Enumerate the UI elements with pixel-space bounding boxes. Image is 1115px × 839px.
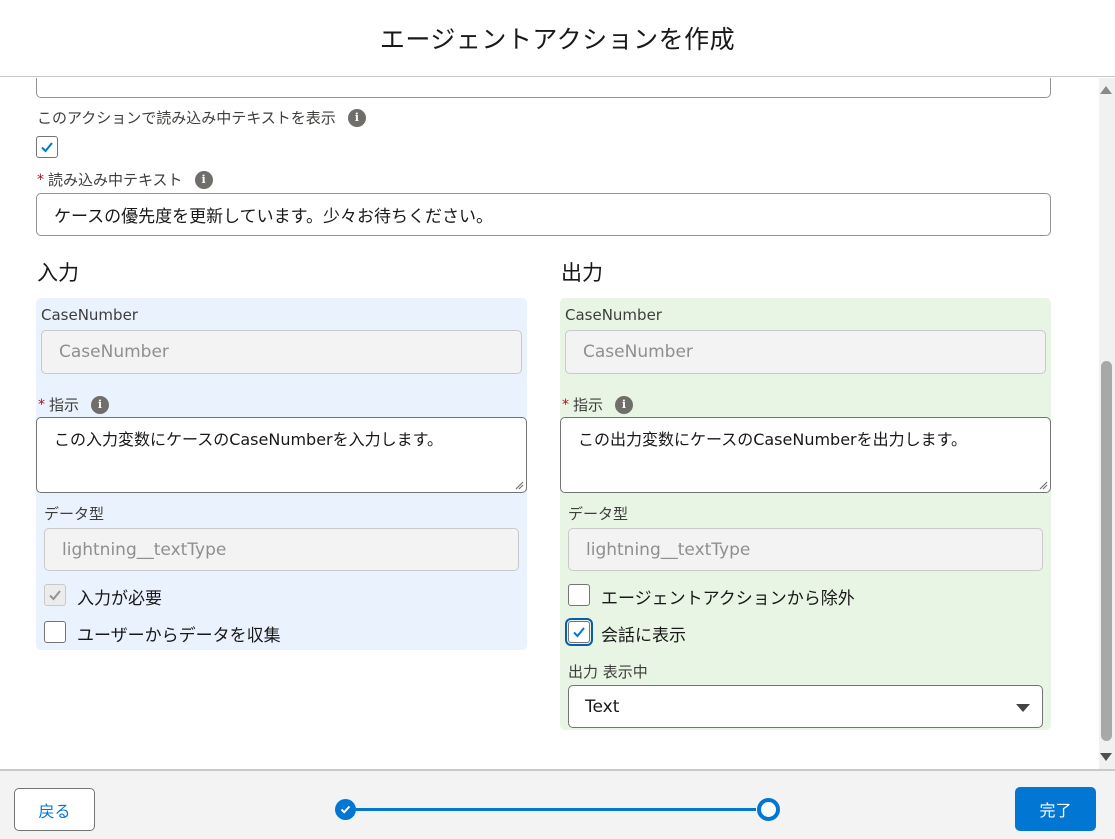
show-in-conversation-checkbox[interactable] — [565, 618, 593, 646]
output-render-value: Text — [585, 696, 620, 717]
output-section-title: 出力 — [561, 261, 603, 285]
info-icon[interactable]: i — [615, 395, 634, 414]
input-instruction-textarea[interactable]: この入力変数にケースのCaseNumberを入力します。 — [36, 417, 527, 493]
modal-header: エージェントアクションを作成 — [0, 0, 1115, 77]
required-marker: * — [37, 171, 44, 188]
modal-body: このアクションで読み込み中テキストを表示 i * 読み込み中テキスト i ケース… — [0, 78, 1115, 769]
input-required-checkbox — [44, 584, 66, 606]
scroll-down-arrow-icon[interactable] — [1100, 753, 1112, 761]
vertical-scrollbar[interactable] — [1099, 78, 1115, 769]
output-instruction-label: 指示 — [573, 396, 604, 414]
modal-title: エージェントアクションを作成 — [379, 25, 736, 54]
loading-text-input[interactable]: ケースの優先度を更新しています。少々お待ちください。 — [36, 193, 1051, 236]
required-marker: * — [38, 396, 45, 413]
collect-from-user-checkbox[interactable] — [44, 621, 66, 643]
checkmark-icon — [41, 142, 53, 153]
create-agent-action-modal: エージェントアクションを作成 このアクションで読み込み中テキストを表示 i * … — [0, 0, 1115, 839]
output-render-select[interactable]: Text — [568, 685, 1043, 728]
progress-bar-track — [356, 808, 756, 811]
exclude-from-action-label: エージェントアクションから除外 — [601, 589, 855, 609]
back-button[interactable]: 戻る — [14, 788, 95, 831]
show-loading-text-label-row: このアクションで読み込み中テキストを表示 i — [37, 107, 366, 128]
done-button[interactable]: 完了 — [1015, 787, 1096, 831]
output-param-label: CaseNumber — [565, 306, 662, 324]
output-instruction-label-row: * 指示 i — [562, 394, 634, 415]
input-param-value: CaseNumber — [59, 342, 169, 362]
output-datatype-label: データ型 — [568, 505, 629, 523]
input-datatype-value: lightning__textType — [62, 539, 227, 560]
show-loading-text-checkbox[interactable] — [36, 136, 58, 158]
input-instruction-label-row: * 指示 i — [38, 394, 110, 415]
output-datatype-value: lightning__textType — [586, 539, 751, 560]
input-param-label: CaseNumber — [41, 306, 138, 324]
input-param-field: CaseNumber — [41, 330, 522, 374]
show-loading-text-label: このアクションで読み込み中テキストを表示 — [37, 109, 336, 127]
input-datatype-field: lightning__textType — [44, 528, 519, 571]
loading-text-label-row: * 読み込み中テキスト i — [37, 169, 213, 190]
exclude-from-action-checkbox[interactable] — [568, 584, 590, 606]
progress-step-1-complete[interactable] — [335, 799, 356, 820]
loading-text-label: 読み込み中テキスト — [48, 171, 183, 189]
modal-footer: 戻る 完了 — [0, 769, 1115, 839]
resize-handle-icon[interactable] — [514, 480, 524, 490]
info-icon[interactable]: i — [91, 395, 110, 414]
previous-field-input[interactable] — [36, 78, 1051, 98]
show-in-conversation-label: 会話に表示 — [601, 626, 686, 646]
output-render-label: 出力 表示中 — [568, 663, 648, 681]
info-icon[interactable]: i — [194, 170, 213, 189]
input-required-label: 入力が必要 — [77, 589, 162, 609]
input-datatype-label: データ型 — [44, 505, 105, 523]
checkmark-icon — [49, 590, 61, 601]
resize-handle-icon[interactable] — [1038, 480, 1048, 490]
checkmark-icon — [573, 627, 585, 638]
input-instruction-value: この入力変数にケースのCaseNumberを入力します。 — [54, 430, 444, 449]
scroll-up-arrow-icon[interactable] — [1100, 86, 1112, 94]
input-instruction-label: 指示 — [49, 396, 80, 414]
output-datatype-field: lightning__textType — [568, 528, 1043, 571]
info-icon[interactable]: i — [347, 108, 366, 127]
output-instruction-value: この出力変数にケースのCaseNumberを出力します。 — [578, 430, 968, 449]
output-instruction-textarea[interactable]: この出力変数にケースのCaseNumberを出力します。 — [560, 417, 1051, 493]
output-param-value: CaseNumber — [583, 342, 693, 362]
input-section-title: 入力 — [37, 261, 79, 285]
checkmark-icon — [340, 805, 351, 814]
collect-from-user-label: ユーザーからデータを収集 — [77, 626, 281, 646]
chevron-down-icon — [1016, 704, 1030, 712]
progress-step-2-current[interactable] — [757, 798, 780, 821]
required-marker: * — [562, 396, 569, 413]
output-param-field: CaseNumber — [565, 330, 1046, 374]
scrollbar-thumb[interactable] — [1101, 361, 1112, 741]
loading-text-value: ケースの優先度を更新しています。少々お待ちください。 — [54, 207, 493, 227]
